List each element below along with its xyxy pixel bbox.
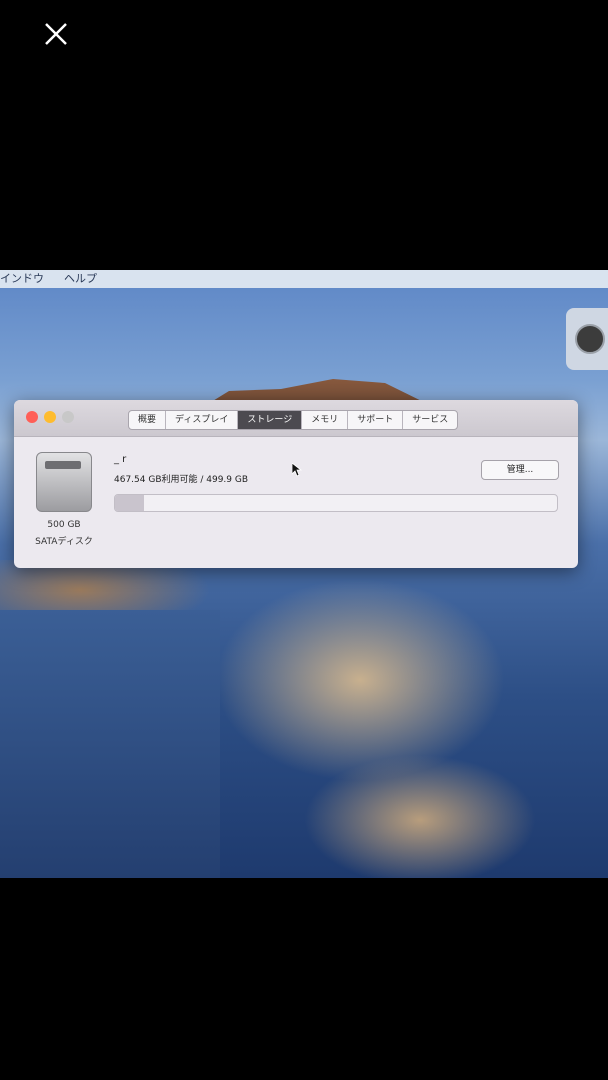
disk-name: _ r (114, 454, 127, 465)
hard-disk-icon (36, 452, 92, 512)
storage-usage-bar (114, 494, 558, 512)
disk-slot (45, 461, 81, 469)
close-window-button[interactable] (26, 411, 38, 423)
manage-button[interactable]: 管理... (481, 460, 559, 480)
tab-support[interactable]: サポート (348, 411, 404, 429)
about-this-mac-window: 概要 ディスプレイ ストレージ メモリ サポート サービス 500 GB SAT… (14, 400, 578, 568)
menu-item-window[interactable]: インドウ (0, 270, 44, 288)
close-button[interactable] (40, 18, 72, 50)
tab-overview[interactable]: 概要 (129, 411, 167, 429)
tab-service[interactable]: サービス (403, 411, 457, 429)
tab-bar: 概要 ディスプレイ ストレージ メモリ サポート サービス (128, 410, 459, 430)
clock-icon (575, 324, 605, 354)
window-titlebar: 概要 ディスプレイ ストレージ メモリ サポート サービス (14, 400, 578, 437)
minimize-window-button[interactable] (44, 411, 56, 423)
disk-usage-text: 467.54 GB利用可能 / 499.9 GB (114, 475, 249, 485)
mouse-cursor-icon (292, 463, 302, 477)
wallpaper-sea (0, 610, 220, 878)
zoom-window-button[interactable] (62, 411, 74, 423)
tab-displays[interactable]: ディスプレイ (166, 411, 239, 429)
tab-storage[interactable]: ストレージ (238, 411, 303, 429)
disk-type-label: SATAディスク (35, 537, 93, 547)
photo-content: インドウ ヘルプ 概要 ディスプレイ ストレージ メモリ サポート サービス 5… (0, 270, 608, 878)
storage-usage-fill (115, 495, 144, 511)
menu-item-help[interactable]: ヘルプ (64, 270, 97, 288)
dock-app-icon[interactable] (566, 308, 608, 370)
disk-capacity-label: 500 GB (47, 520, 81, 530)
close-icon (45, 23, 67, 45)
menu-bar: インドウ ヘルプ (0, 270, 608, 288)
tab-memory[interactable]: メモリ (302, 411, 349, 429)
